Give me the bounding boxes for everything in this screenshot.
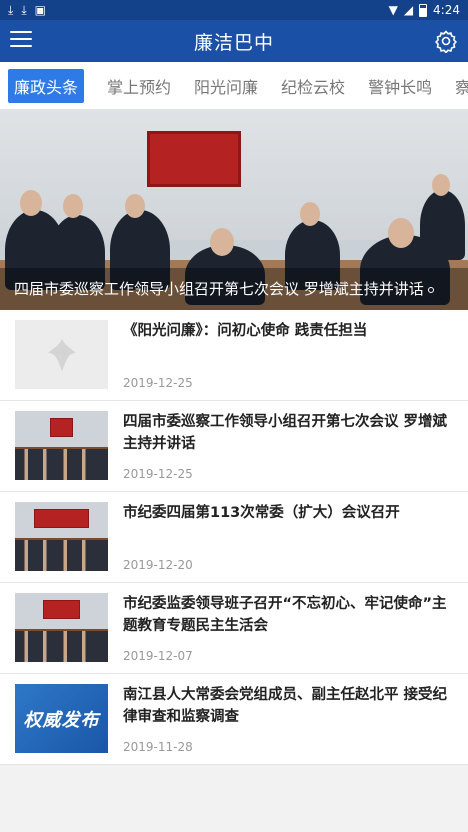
news-title: 《阳光问廉》：问初心使命 践责任担当: [123, 323, 368, 339]
tab-zhangshang-yuyue[interactable]: 掌上预约: [107, 69, 171, 103]
news-list: 《阳光问廉》：问初心使命 践责任担当 2019-12-25 四届市委巡察工作领导…: [0, 310, 468, 765]
news-thumbnail: [15, 320, 108, 389]
menu-icon[interactable]: [10, 31, 32, 49]
tab-partial[interactable]: 察: [455, 69, 468, 103]
tab-jingzhong-changming[interactable]: 警钟长鸣: [368, 69, 432, 103]
signal-icon: ◢: [403, 3, 414, 17]
tab-yangguang-wenlian[interactable]: 阳光问廉: [194, 69, 258, 103]
news-thumbnail: [15, 502, 108, 571]
placeholder-icon: [47, 338, 76, 371]
tab-jijian-yunxiao[interactable]: 纪检云校: [281, 69, 345, 103]
battery-icon: [419, 3, 428, 17]
carousel-indicator: [427, 286, 434, 293]
news-date: 2019-12-07: [123, 649, 193, 663]
list-item[interactable]: 市纪委监委领导班子召开“不忘初心、牢记使命”主题教育专题民主生活会 2019-1…: [0, 583, 468, 674]
download-icon: ⤓: [8, 3, 14, 17]
news-thumbnail: 权威发布: [15, 684, 108, 753]
app-bar: 廉洁巴中: [0, 20, 468, 62]
news-date: 2019-12-20: [123, 558, 193, 572]
image-icon: ▣: [34, 3, 46, 17]
list-item[interactable]: 权威发布 南江县人大常委会党组成员、副主任赵北平 接受纪律审查和监察调查 201…: [0, 674, 468, 765]
banner-screen: [147, 131, 241, 187]
news-date: 2019-12-25: [123, 467, 193, 481]
status-time: 4:24: [433, 3, 460, 17]
app-title: 廉洁巴中: [193, 31, 274, 54]
news-date: 2019-12-25: [123, 376, 193, 390]
news-thumbnail: [15, 593, 108, 662]
news-title: 南江县人大常委会党组成员、副主任赵北平 接受纪律审查和监察调查: [123, 687, 448, 725]
news-title: 四届市委巡察工作领导小组召开第七次会议 罗增斌主持并讲话: [123, 414, 448, 452]
tab-lianzheng-toutiao[interactable]: 廉政头条: [8, 68, 85, 103]
gear-icon[interactable]: [434, 29, 458, 53]
list-item[interactable]: 四届市委巡察工作领导小组召开第七次会议 罗增斌主持并讲话 2019-12-25: [0, 401, 468, 492]
news-title: 市纪委监委领导班子召开“不忘初心、牢记使命”主题教育专题民主生活会: [123, 596, 447, 634]
headline-banner[interactable]: 四届市委巡察工作领导小组召开第七次会议 罗增斌主持并讲话: [0, 110, 468, 310]
thumb-brand-text: 权威发布: [23, 709, 100, 731]
list-item[interactable]: 《阳光问廉》：问初心使命 践责任担当 2019-12-25: [0, 310, 468, 401]
wifi-icon: ▼: [388, 3, 398, 17]
download-icon: ⤓: [21, 3, 27, 17]
list-item[interactable]: 市纪委四届第113次常委（扩大）会议召开 2019-12-20: [0, 492, 468, 583]
news-title: 市纪委四届第113次常委（扩大）会议召开: [123, 505, 400, 521]
status-bar: ⤓ ⤓ ▣ ▼ ◢ 4:24: [0, 0, 468, 20]
banner-caption: 四届市委巡察工作领导小组召开第七次会议 罗增斌主持并讲话: [0, 268, 468, 310]
news-thumbnail: [15, 411, 108, 480]
news-date: 2019-11-28: [123, 740, 193, 754]
category-tabs: 廉政头条 掌上预约 阳光问廉 纪检云校 警钟长鸣 察: [0, 62, 468, 110]
